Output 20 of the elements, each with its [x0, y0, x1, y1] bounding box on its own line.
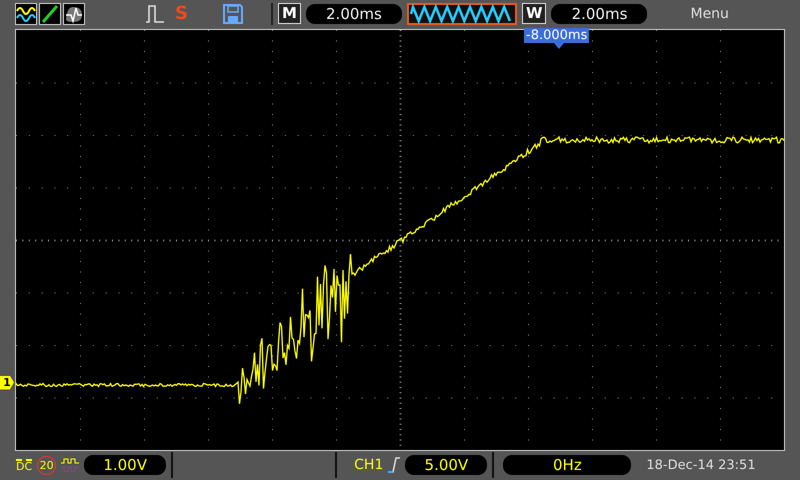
rising-edge-icon	[388, 457, 400, 474]
channel-marker[interactable]: 1	[0, 376, 14, 390]
waveform-icon[interactable]	[63, 2, 85, 25]
wave-zoom-icon[interactable]	[406, 2, 517, 25]
volts-per-division[interactable]: 1.00V	[84, 455, 166, 476]
square-wave-icon	[61, 458, 80, 472]
trigger-source[interactable]: CH1	[354, 457, 384, 474]
menu-button[interactable]: Menu	[690, 6, 729, 22]
main-timebase[interactable]: 2.00ms	[306, 4, 402, 24]
window-label: W	[522, 3, 546, 24]
diagonal-line-icon[interactable]	[39, 2, 61, 25]
coupling-indicator: DC	[16, 458, 32, 472]
frequency-readout: 0Hz	[503, 455, 632, 476]
date-time: 18-Dec-14 23:51	[646, 458, 756, 473]
window-timebase[interactable]: 2.00ms	[551, 4, 648, 24]
dual-wave-icon[interactable]	[15, 2, 37, 25]
main-label: M	[278, 3, 301, 24]
bandwidth-limit-indicator: 20	[37, 456, 56, 475]
pulse-icon	[144, 2, 166, 25]
trigger-level[interactable]: 5.00V	[405, 455, 488, 476]
